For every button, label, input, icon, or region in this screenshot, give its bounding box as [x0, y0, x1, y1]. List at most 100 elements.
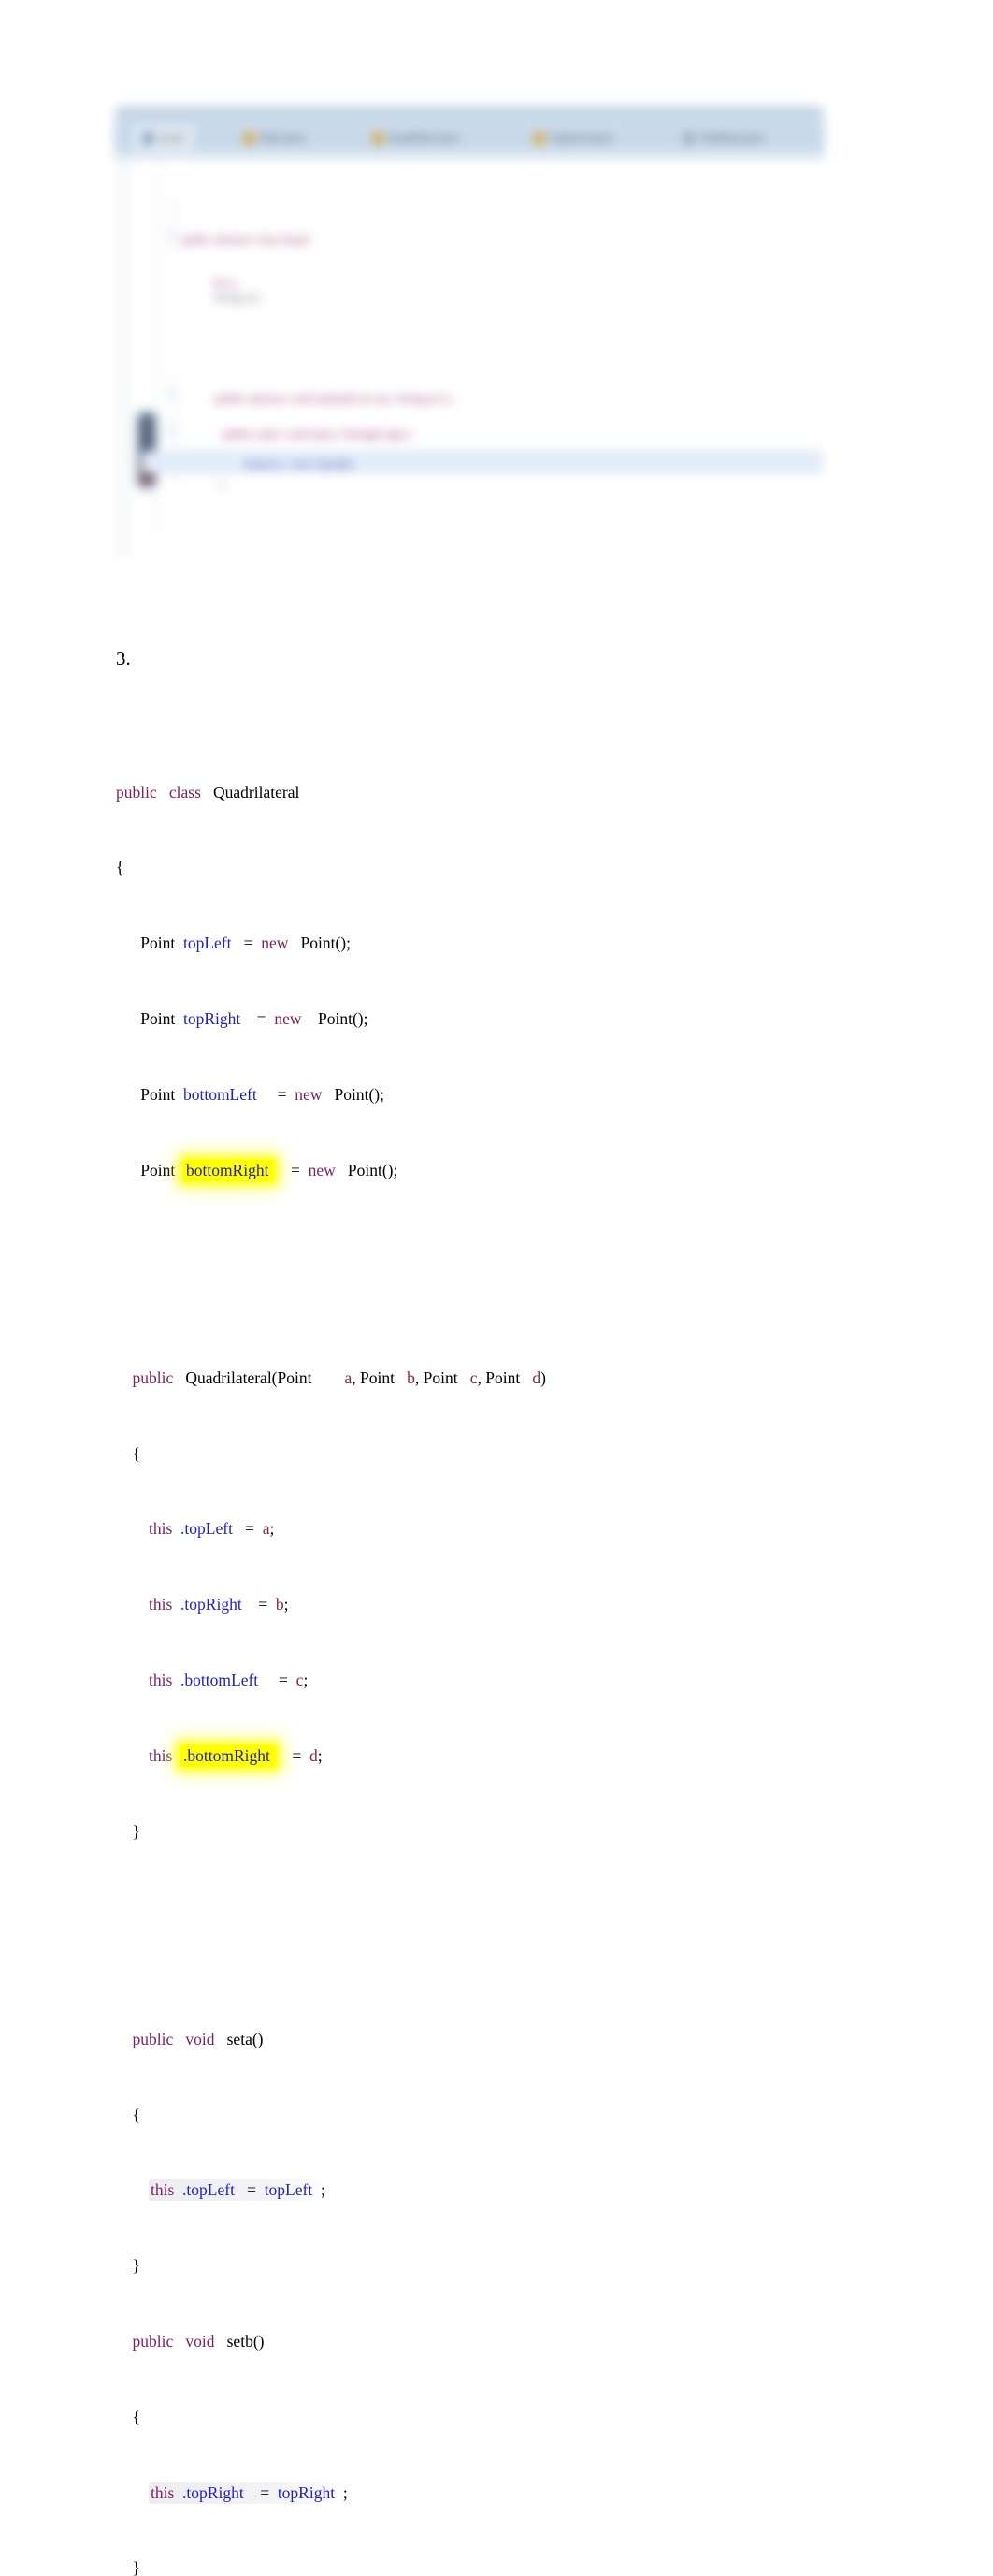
- param-separator: , Point: [352, 1368, 395, 1387]
- code-line-seta-open-brace: {: [116, 2106, 864, 2124]
- assign-operator: =: [243, 933, 253, 953]
- param-c: c: [295, 1670, 304, 1689]
- blue-file-icon: [143, 133, 153, 144]
- keyword-public: public: [116, 782, 157, 802]
- semicolon: ;: [317, 1745, 323, 1765]
- ide-tab-1[interactable]: Main.java: [236, 126, 312, 151]
- ide-code-text: public static void main ( String[] args …: [223, 427, 412, 441]
- member-topright: .topRight: [180, 1595, 242, 1614]
- ide-code-line-3: public abstract void method( int raw, St…: [215, 391, 453, 405]
- ide-code-text: int x;: [213, 275, 239, 289]
- code-line-setb-signature: public void setb(): [116, 2332, 864, 2351]
- field-topleft: topLeft: [182, 933, 232, 953]
- code-line-assign-topleft: this .topLeft = a;: [116, 1519, 864, 1538]
- paren-close: ): [540, 1368, 546, 1387]
- amber-file-icon: [534, 133, 544, 144]
- semicolon: ;: [269, 1519, 275, 1539]
- code-line-setb-body: this .topRight = topRight ;: [116, 2482, 864, 2504]
- type-point: Point: [140, 1084, 176, 1104]
- keyword-public: public: [132, 2029, 174, 2048]
- ide-tab-label: Main.java: [260, 133, 305, 144]
- assign-operator: =: [292, 1745, 302, 1765]
- code-line-constructor-close-brace: }: [116, 1822, 864, 1841]
- code-line-setb-open-brace: {: [116, 2408, 864, 2426]
- ide-tab-3[interactable]: Segment.java: [525, 126, 621, 151]
- value-topleft: topLeft: [264, 2180, 313, 2200]
- ide-screenshot-figure: Quad Main.java QuadMain.java Segment.jav…: [114, 107, 825, 556]
- ide-tab-label: Segment.java: [550, 133, 613, 144]
- ide-code-text: Quad q = new Quad();: [245, 456, 355, 470]
- assign-operator: =: [247, 2180, 256, 2200]
- type-point: Point: [140, 933, 176, 953]
- ide-tab-label: QuadMain.java: [389, 133, 458, 144]
- param-a: a: [344, 1368, 353, 1387]
- keyword-this: this: [151, 2180, 175, 2200]
- brace-open: {: [132, 2105, 140, 2124]
- assign-operator: =: [245, 1519, 254, 1539]
- code-line-assign-bottomright: this .bottomRight = d;: [116, 1744, 864, 1767]
- code-line-seta-signature: public void seta(): [116, 2030, 864, 2048]
- ide-fold-toggle[interactable]: [166, 389, 177, 399]
- code-line-seta-close-brace: }: [116, 2256, 864, 2275]
- keyword-void: void: [185, 2331, 215, 2351]
- ide-editor-body: public abstract class Quad int x; String…: [114, 159, 825, 556]
- assign-operator: =: [290, 1160, 300, 1179]
- ide-breakpoint-marker[interactable]: [138, 413, 155, 486]
- ide-tab-2[interactable]: QuadMain.java: [365, 126, 467, 151]
- code-line-constructor-open-brace: {: [116, 1444, 864, 1463]
- keyword-this: this: [149, 1670, 173, 1689]
- ide-fold-toggle[interactable]: [166, 230, 177, 240]
- brace-close: }: [132, 2256, 140, 2276]
- ide-code-line-0: public abstract class Quad: [181, 232, 309, 246]
- code-line-class-open-brace: {: [116, 858, 864, 876]
- type-point: Point: [140, 1160, 176, 1179]
- param-a: a: [262, 1519, 270, 1539]
- semicolon: ;: [320, 2180, 325, 2200]
- brace-close: }: [132, 2558, 140, 2576]
- amber-file-icon: [244, 133, 254, 144]
- ide-window: Quad Main.java QuadMain.java Segment.jav…: [114, 107, 825, 556]
- semicolon: ;: [303, 1670, 309, 1689]
- code-listing: public class Quadrilateral { Point topLe…: [116, 726, 864, 2576]
- keyword-new: new: [274, 1009, 302, 1028]
- param-separator: , Point: [477, 1368, 521, 1387]
- class-name: Quadrilateral: [213, 782, 300, 802]
- blur-layer: Quad Main.java QuadMain.java Segment.jav…: [114, 107, 825, 556]
- member-bottomleft: .bottomLeft: [180, 1670, 259, 1689]
- ide-left-rail: [116, 159, 132, 556]
- ide-code-line-6: }: [219, 477, 224, 491]
- ide-code-text: String str;: [213, 290, 262, 304]
- keyword-new: new: [295, 1084, 323, 1104]
- ide-code-line-1: int x;: [213, 275, 238, 289]
- keyword-this: this: [149, 1519, 173, 1539]
- semicolon: ;: [342, 2482, 348, 2502]
- method-setb: setb(): [226, 2331, 265, 2351]
- constructor-signature-head: Quadrilateral(Point: [185, 1368, 312, 1387]
- keyword-new: new: [261, 933, 289, 953]
- code-line-field-topright: Point topRight = new Point();: [116, 1009, 864, 1028]
- param-b: b: [275, 1595, 284, 1614]
- amber-file-icon: [373, 133, 383, 144]
- ide-tab-label: Quad: [159, 133, 184, 144]
- ide-tab-0[interactable]: Quad: [135, 126, 193, 151]
- ide-code-text: public abstract class Quad: [181, 232, 309, 246]
- ide-tab-4[interactable]: TestBase.java: [675, 126, 771, 151]
- ide-tab-bar: Quad Main.java QuadMain.java Segment.jav…: [114, 118, 825, 159]
- value-topright: topRight: [277, 2482, 336, 2502]
- ide-fold-toggle[interactable]: [166, 425, 177, 435]
- brace-close: }: [132, 1821, 140, 1841]
- point-constructor-call: Point();: [334, 1084, 384, 1104]
- code-line-assign-bottomleft: this .bottomLeft = c;: [116, 1671, 864, 1689]
- keyword-public: public: [132, 2331, 174, 2351]
- method-seta: seta(): [226, 2029, 264, 2048]
- field-bottomleft: bottomLeft: [182, 1084, 257, 1104]
- field-topright: topRight: [182, 1009, 241, 1028]
- assign-operator: =: [256, 1009, 266, 1028]
- code-line-setb-close-brace: }: [116, 2558, 864, 2576]
- section-number: 3.: [116, 647, 131, 670]
- keyword-void: void: [185, 2029, 215, 2048]
- member-topleft: .topLeft: [180, 1519, 233, 1539]
- point-constructor-call: Point();: [318, 1009, 368, 1028]
